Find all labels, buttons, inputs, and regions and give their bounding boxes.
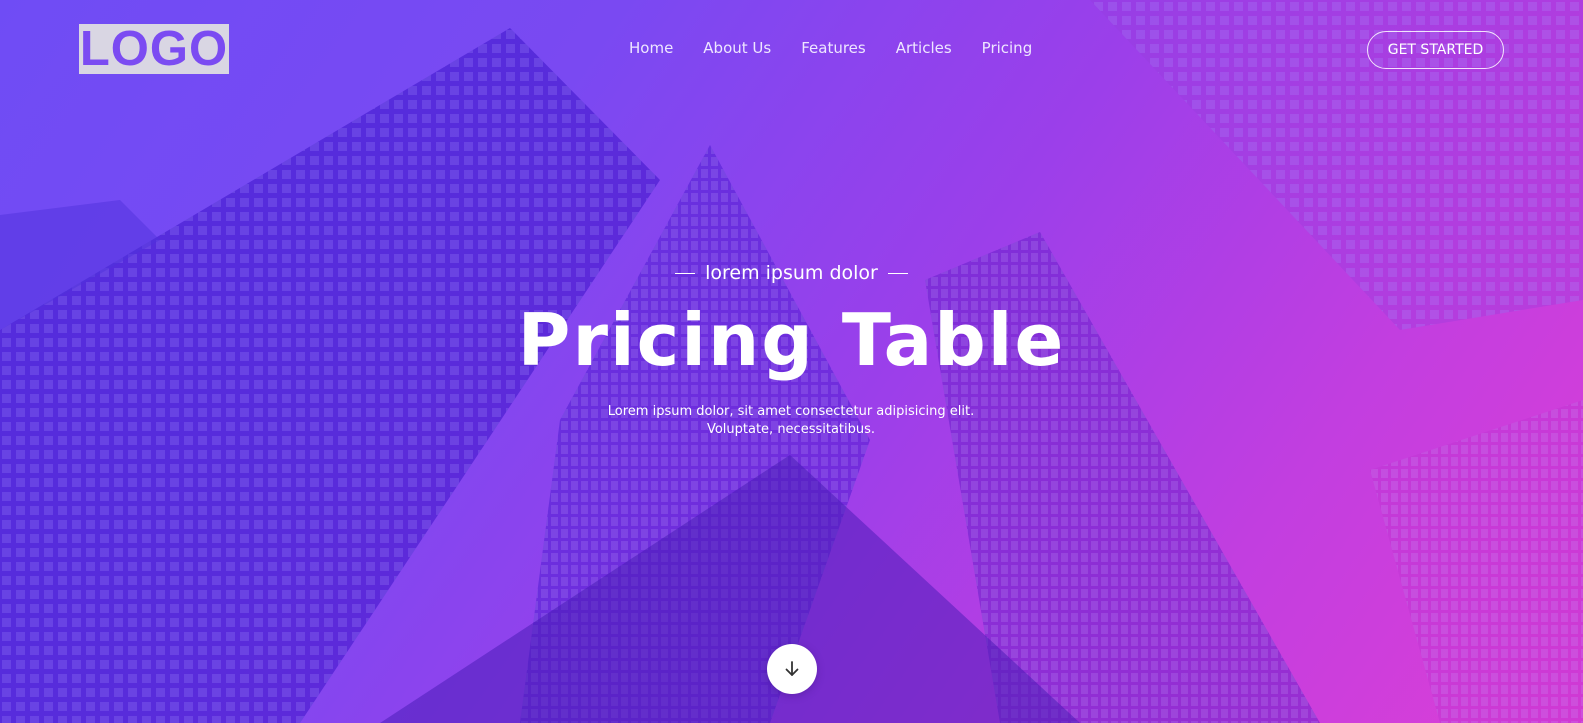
logo[interactable]: LOGO [79,24,229,74]
scroll-down-button[interactable] [767,644,817,694]
kicker-dash-left [675,273,696,274]
nav-item-home[interactable]: Home [629,39,673,57]
kicker-text: lorem ipsum dolor [705,262,878,284]
hero-section: LOGO Home About Us Features Articles Pri… [0,0,1583,723]
nav-item-articles[interactable]: Articles [896,39,952,57]
nav-item-about-us[interactable]: About Us [703,39,771,57]
nav-item-pricing[interactable]: Pricing [982,39,1033,57]
nav-item-features[interactable]: Features [801,39,866,57]
hero-subtitle: Lorem ipsum dolor, sit amet consectetur … [541,403,1041,439]
get-started-button[interactable]: GET STARTED [1367,31,1504,69]
main-nav: Home About Us Features Articles Pricing [629,39,1062,57]
subtitle-line-2: Voluptate, necessitatibus. [706,422,876,437]
subtitle-line-1: Lorem ipsum dolor, sit amet consectetur … [607,404,975,419]
arrow-down-icon [785,661,799,676]
page-title: Pricing Table [517,298,1066,382]
hero-kicker: lorem ipsum dolor [0,262,1583,284]
site-header: LOGO Home About Us Features Articles Pri… [0,0,1583,100]
kicker-dash-right [887,273,908,274]
